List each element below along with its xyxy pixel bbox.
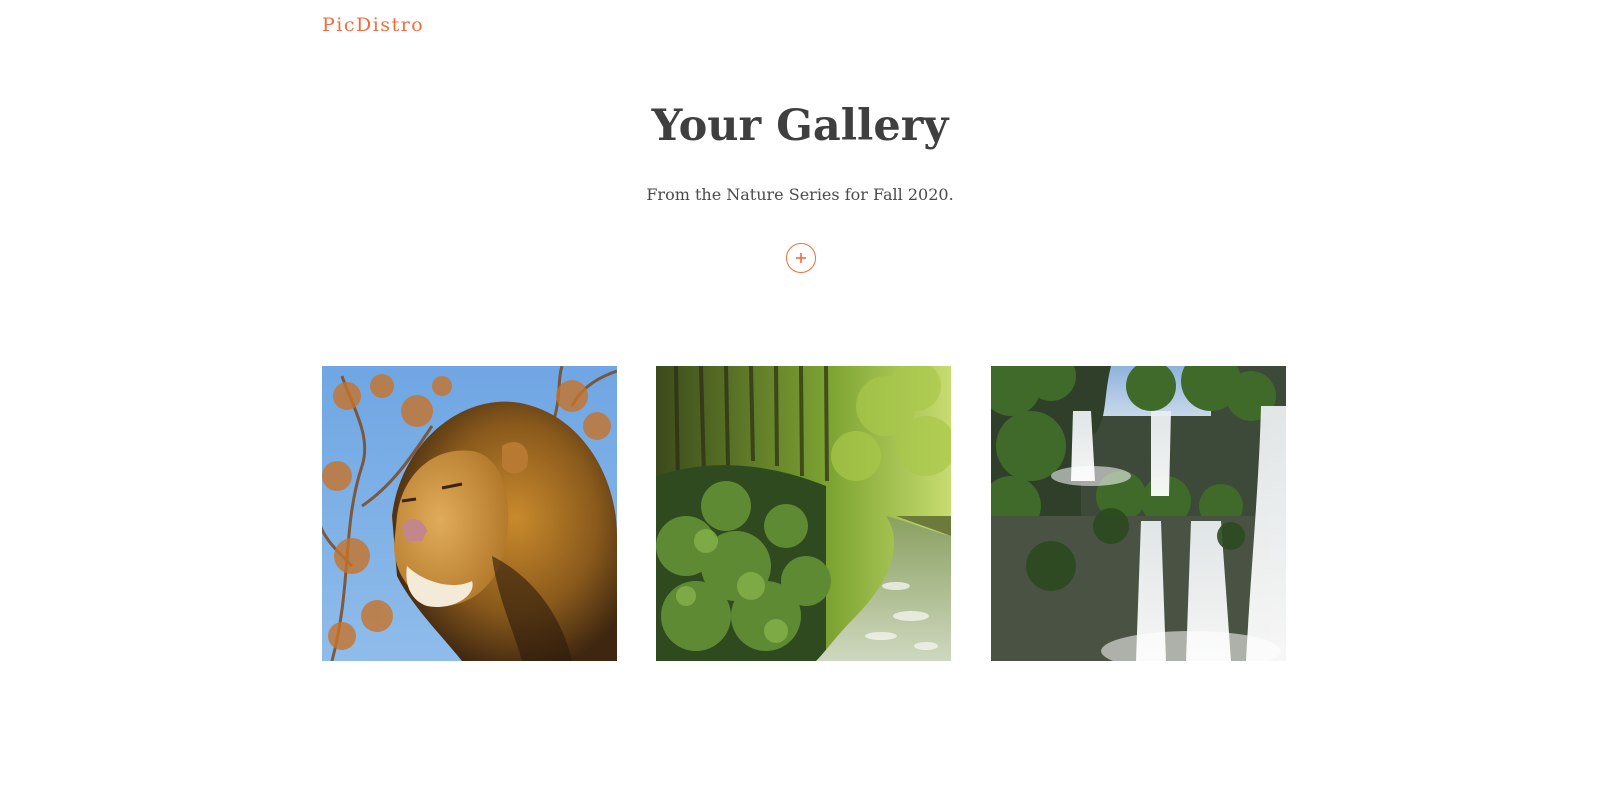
lion-image — [322, 366, 617, 661]
photo-gallery — [0, 366, 1600, 661]
gallery-photo-lion[interactable] — [322, 366, 617, 661]
add-photo-button[interactable] — [786, 243, 816, 273]
hero-section: Your Gallery From the Nature Series for … — [0, 96, 1600, 206]
gallery-photo-forest[interactable] — [656, 366, 951, 661]
page: PicDistro Your Gallery From the Nature S… — [0, 0, 1600, 795]
page-subtitle: From the Nature Series for Fall 2020. — [646, 185, 954, 204]
forest-image — [656, 366, 951, 661]
brand-logo-link[interactable]: PicDistro — [322, 14, 424, 36]
plus-icon — [796, 253, 806, 263]
waterfall-image — [991, 366, 1286, 661]
gallery-photo-waterfall[interactable] — [991, 366, 1286, 661]
page-title: Your Gallery — [651, 101, 949, 151]
